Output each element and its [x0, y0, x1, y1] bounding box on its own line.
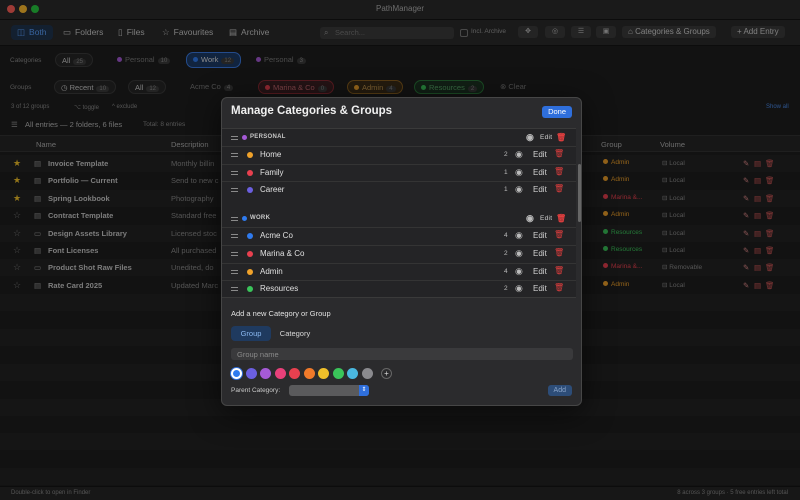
group-row[interactable]: Resources 2 ◉ Edit 🗑: [222, 280, 576, 297]
group-row[interactable]: Family 1 ◉ Edit 🗑: [222, 163, 576, 181]
edit-button[interactable]: Edit: [540, 215, 552, 222]
color-dot: [242, 135, 247, 140]
edit-button[interactable]: Edit: [540, 134, 552, 141]
drag-handle-icon[interactable]: [231, 269, 238, 274]
group-count: 4: [504, 267, 508, 275]
eye-icon[interactable]: ◉: [515, 283, 523, 294]
trash-icon[interactable]: 🗑: [554, 248, 564, 257]
drag-handle-icon[interactable]: [231, 170, 238, 175]
color-swatch[interactable]: [245, 368, 257, 379]
group-row[interactable]: Career 1 ◉ Edit 🗑: [222, 181, 576, 198]
scrollbar-thumb[interactable]: [578, 164, 581, 222]
eye-icon[interactable]: ◉: [515, 184, 523, 195]
drag-handle-icon[interactable]: [231, 234, 238, 239]
group-row[interactable]: Marina & Co 2 ◉ Edit 🗑: [222, 244, 576, 262]
drag-handle-icon[interactable]: [231, 217, 238, 222]
trash-icon[interactable]: 🗑: [556, 133, 566, 142]
manage-categories-dialog: Manage Categories & Groups Done PERSONAL…: [221, 97, 582, 406]
group-count: 2: [504, 249, 508, 257]
section-label: WORK: [250, 215, 271, 222]
color-swatch[interactable]: [361, 368, 373, 379]
color-swatch[interactable]: [289, 368, 300, 379]
color-swatch[interactable]: [303, 368, 315, 379]
eye-icon[interactable]: ◉: [515, 167, 523, 178]
trash-icon[interactable]: 🗑: [554, 149, 564, 158]
done-button[interactable]: Done: [542, 106, 572, 118]
categories-list: PERSONAL ◉ Edit 🗑 Home 2 ◉ Edit 🗑 Family 1 ◉ Edit 🗑 Ca…: [222, 128, 576, 298]
add-color-button[interactable]: +: [381, 368, 392, 379]
section-label: PERSONAL: [250, 134, 286, 140]
chevron-updown-icon: ⇕: [359, 385, 369, 396]
group-name: Marina & Co: [260, 248, 305, 258]
group-name: Family: [260, 167, 284, 177]
group-name: Resources: [260, 284, 299, 294]
eye-icon[interactable]: ◉: [515, 230, 523, 241]
edit-button[interactable]: Edit: [533, 168, 547, 177]
edit-button[interactable]: Edit: [533, 185, 547, 194]
group-count: 4: [504, 232, 508, 240]
edit-button[interactable]: Edit: [533, 284, 547, 293]
category-section-personal: PERSONAL ◉ Edit 🗑: [222, 131, 576, 145]
color-dot: [247, 286, 253, 293]
group-count: 2: [504, 285, 508, 293]
group-row[interactable]: Acme Co 4 ◉ Edit 🗑: [222, 227, 576, 244]
trash-icon[interactable]: 🗑: [554, 167, 564, 176]
group-count: 1: [504, 168, 508, 176]
color-swatch[interactable]: [332, 368, 344, 379]
trash-icon[interactable]: 🗑: [554, 230, 564, 239]
parent-category-label: Parent Category:: [231, 387, 281, 394]
eye-icon[interactable]: ◉: [515, 149, 523, 160]
edit-button[interactable]: Edit: [533, 231, 547, 240]
group-name-input[interactable]: [231, 348, 573, 360]
add-button[interactable]: Add: [547, 385, 572, 396]
trash-icon[interactable]: 🗑: [556, 214, 566, 223]
list-scrollbar[interactable]: [577, 128, 581, 298]
color-dot: [247, 187, 253, 194]
color-dot: [247, 250, 253, 257]
category-section-work: WORK ◉ Edit 🗑: [222, 212, 576, 226]
group-name: Acme Co: [260, 231, 293, 241]
segment-group[interactable]: Group: [231, 326, 271, 341]
color-dot: [247, 152, 253, 158]
edit-button[interactable]: Edit: [533, 150, 547, 159]
color-dot: [247, 169, 253, 176]
color-swatch[interactable]: [260, 368, 271, 379]
drag-handle-icon[interactable]: [231, 188, 238, 193]
color-dot: [247, 233, 253, 240]
app-window: PathManager ◫ Both ▭ Folders ▯ Files ☆ Favou…: [0, 0, 800, 500]
trash-icon[interactable]: 🗑: [554, 184, 564, 193]
color-dot: [247, 268, 253, 275]
parent-category-select[interactable]: ⇕: [289, 385, 369, 396]
group-name: Career: [260, 185, 285, 195]
color-dot: [242, 216, 247, 222]
edit-button[interactable]: Edit: [533, 267, 547, 276]
segment-category[interactable]: Category: [273, 326, 317, 341]
color-swatch[interactable]: [318, 368, 329, 379]
type-segmented-control: Group Category: [231, 326, 313, 341]
color-swatch[interactable]: [274, 368, 286, 379]
trash-icon[interactable]: 🗑: [554, 283, 564, 292]
group-name: Home: [260, 150, 282, 159]
group-count: 1: [504, 186, 508, 194]
add-section-header: Add a new Category or Group: [231, 309, 331, 318]
group-row[interactable]: Home 2 ◉ Edit 🗑: [222, 146, 576, 163]
drag-handle-icon[interactable]: [231, 287, 238, 292]
group-row[interactable]: Admin 4 ◉ Edit 🗑: [222, 262, 576, 280]
color-swatch[interactable]: [347, 368, 358, 379]
color-swatch[interactable]: [231, 368, 242, 379]
drag-handle-icon[interactable]: [231, 251, 238, 256]
drag-handle-icon[interactable]: [231, 136, 238, 140]
eye-icon[interactable]: ◉: [526, 132, 534, 143]
drag-handle-icon[interactable]: [231, 153, 238, 157]
group-name: Admin: [260, 266, 283, 276]
eye-icon[interactable]: ◉: [526, 213, 534, 224]
eye-icon[interactable]: ◉: [515, 248, 523, 259]
eye-icon[interactable]: ◉: [515, 266, 523, 277]
group-count: 2: [504, 151, 508, 158]
edit-button[interactable]: Edit: [533, 249, 547, 258]
dialog-title: Manage Categories & Groups: [231, 105, 393, 117]
trash-icon[interactable]: 🗑: [554, 266, 564, 275]
